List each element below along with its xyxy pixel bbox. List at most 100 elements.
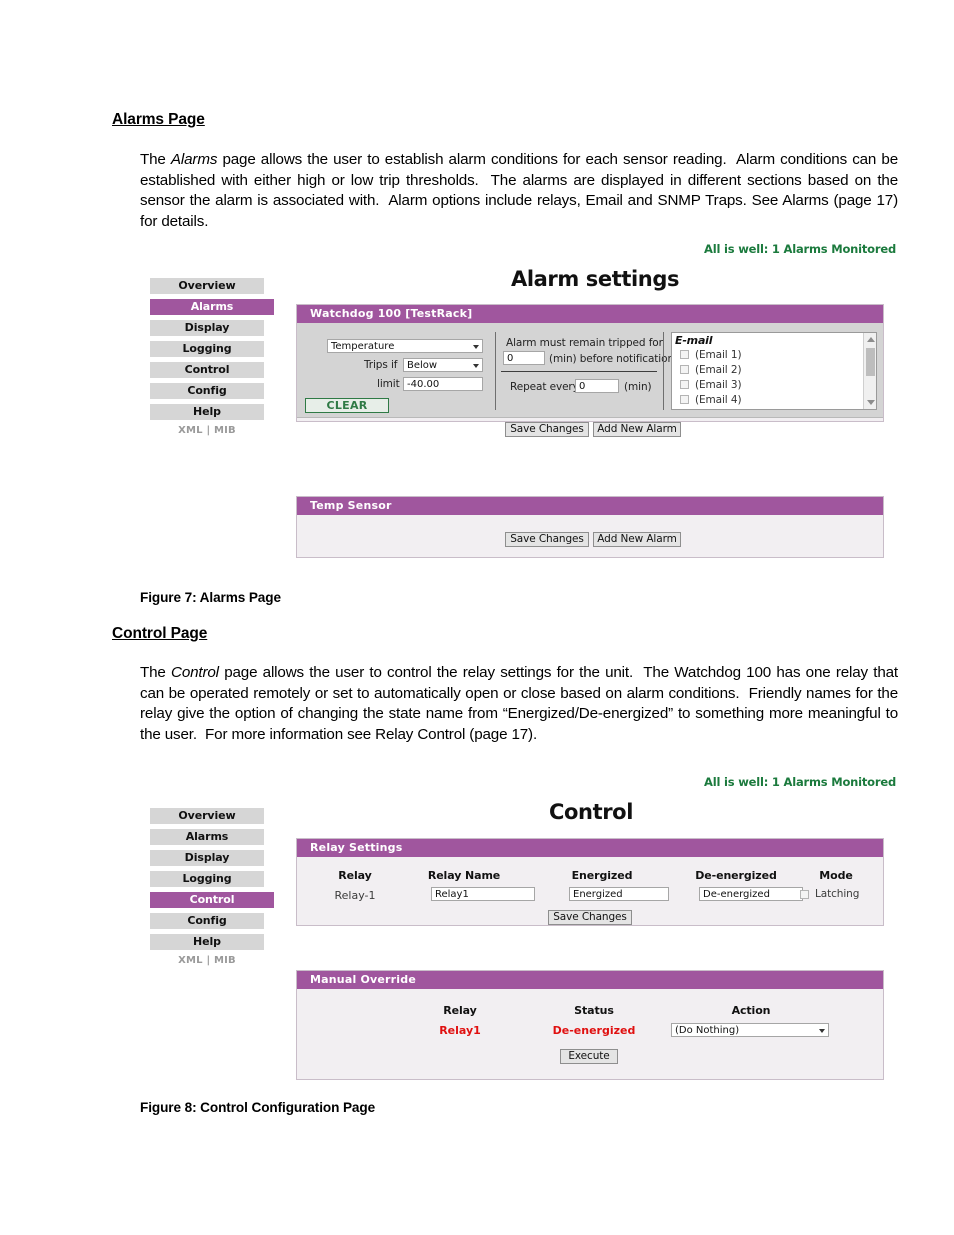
- temp-sensor-panel-header: Temp Sensor: [297, 497, 883, 515]
- list-item[interactable]: (Email 5): [672, 407, 876, 410]
- list-item[interactable]: (Email 3): [672, 377, 876, 392]
- de-energized-label-input[interactable]: De-energized: [699, 887, 803, 901]
- sidebar-item-control[interactable]: Control: [150, 892, 274, 908]
- manual-override-body: Relay Status Action Relay1 De-energized …: [297, 989, 883, 1080]
- figure-8-caption: Figure 8: Control Configuration Page: [140, 1100, 376, 1115]
- column-divider-left: [495, 332, 496, 410]
- tripped-duration-input[interactable]: 0: [503, 351, 545, 365]
- sidebar-xml-mib-links[interactable]: XML | MIB: [150, 425, 264, 436]
- add-new-alarm-button-temp-sensor[interactable]: Add New Alarm: [593, 532, 681, 547]
- alarms-page-title: Alarm settings: [511, 267, 680, 291]
- list-item[interactable]: (Email 2): [672, 362, 876, 377]
- column-header-action: Action: [731, 1004, 771, 1017]
- relay-settings-header: Relay Settings: [297, 839, 883, 857]
- figure-7-caption: Figure 7: Alarms Page: [140, 590, 281, 605]
- control-page-title: Control: [549, 800, 634, 824]
- checkbox-email-1[interactable]: [680, 350, 689, 359]
- energized-label-input[interactable]: Energized: [569, 887, 669, 901]
- status-banner: All is well: 1 Alarms Monitored: [704, 775, 896, 789]
- manual-override-relay-value: Relay1: [439, 1024, 481, 1037]
- trips-if-value: Below: [407, 360, 438, 371]
- scrollbar-thumb[interactable]: [866, 348, 875, 376]
- list-item-label: (Email 2): [695, 363, 742, 376]
- column-header-relay: Relay: [443, 1004, 477, 1017]
- sidebar-item-config[interactable]: Config: [150, 913, 264, 929]
- watchdog-alarm-panel: Watchdog 100 [TestRack] Temperature Trip…: [296, 304, 884, 437]
- column-header-de-energized: De-energized: [695, 869, 777, 882]
- relay-name-input[interactable]: Relay1: [431, 887, 535, 901]
- sidebar-item-control[interactable]: Control: [150, 362, 264, 378]
- sidebar-item-overview[interactable]: Overview: [150, 808, 264, 824]
- column-header-relay: Relay: [338, 869, 372, 882]
- alarms-page-screenshot: All is well: 1 Alarms Monitored Alarm se…: [140, 242, 896, 570]
- notification-targets-listbox[interactable]: E-mail (Email 1) (Email 2) (Email 3) (Em…: [671, 332, 877, 410]
- list-item[interactable]: (Email 4): [672, 392, 876, 407]
- clear-alarm-button[interactable]: CLEAR: [305, 398, 389, 413]
- document-page: Alarms Page The Alarms page allows the u…: [0, 0, 954, 1235]
- listbox-group-title-email: E-mail: [675, 334, 713, 347]
- latching-label: Latching: [815, 888, 860, 900]
- column-header-relay-name: Relay Name: [427, 869, 501, 882]
- section-paragraph-alarms-page: The Alarms page allows the user to estab…: [140, 151, 898, 230]
- save-changes-button-temp-sensor[interactable]: Save Changes: [505, 532, 589, 547]
- list-item-label: (Email 4): [695, 393, 742, 406]
- sidebar-xml-mib-links[interactable]: XML | MIB: [150, 955, 264, 966]
- chevron-down-icon: [473, 345, 479, 349]
- save-changes-button-relay-settings[interactable]: Save Changes: [548, 910, 632, 925]
- section-paragraph-control-page: The Control page allows the user to cont…: [140, 664, 898, 743]
- scroll-up-arrow-icon[interactable]: [867, 337, 875, 342]
- tripped-duration-suffix: (min) before notification: [549, 353, 675, 365]
- manual-override-action-select[interactable]: (Do Nothing): [671, 1023, 829, 1037]
- list-item[interactable]: (Email 1): [672, 347, 876, 362]
- sidebar-item-config[interactable]: Config: [150, 383, 264, 399]
- manual-override-status-value: De-energized: [552, 1024, 636, 1037]
- add-new-alarm-button-watchdog[interactable]: Add New Alarm: [593, 422, 681, 437]
- chevron-down-icon: [819, 1029, 825, 1033]
- sidebar-item-logging[interactable]: Logging: [150, 871, 264, 887]
- listbox-scrollbar[interactable]: [863, 333, 876, 409]
- trips-if-label: Trips if: [364, 359, 398, 371]
- execute-button[interactable]: Execute: [560, 1049, 618, 1064]
- relay-id-value: Relay-1: [334, 889, 376, 902]
- trips-if-select[interactable]: Below: [403, 358, 483, 372]
- list-item-label: (Email 3): [695, 378, 742, 391]
- temp-sensor-panel-body: Save Changes Add New Alarm: [297, 515, 883, 558]
- column-header-status: Status: [574, 1004, 614, 1017]
- checkbox-email-4[interactable]: [680, 395, 689, 404]
- sidebar-item-alarms[interactable]: Alarms: [150, 829, 264, 845]
- scroll-down-arrow-icon[interactable]: [867, 400, 875, 405]
- list-item-label: (Email 1): [695, 348, 742, 361]
- temp-sensor-alarm-panel: Temp Sensor Save Changes Add New Alarm: [296, 496, 884, 558]
- control-page-screenshot: All is well: 1 Alarms Monitored Control …: [140, 775, 896, 1085]
- sidebar-item-display[interactable]: Display: [150, 320, 264, 336]
- sensor-select-value: Temperature: [331, 341, 395, 352]
- repeat-every-label: Repeat every:: [510, 381, 582, 393]
- relay-settings-panel: Relay Settings Relay Relay Name Energize…: [296, 838, 884, 926]
- sidebar-item-help[interactable]: Help: [150, 934, 264, 950]
- status-banner: All is well: 1 Alarms Monitored: [704, 242, 896, 256]
- section-heading-control-page: Control Page: [112, 625, 208, 642]
- sensor-select[interactable]: Temperature: [327, 339, 483, 353]
- repeat-every-suffix: (min): [624, 381, 652, 393]
- alarm-definition-row: Temperature Trips if Below limit -40.00 …: [297, 323, 883, 418]
- list-item-label: (Email 5): [695, 409, 742, 410]
- sidebar-item-logging[interactable]: Logging: [150, 341, 264, 357]
- sidebar-nav-control: Overview Alarms Display Logging Control …: [150, 808, 274, 966]
- manual-override-panel: Manual Override Relay Status Action Rela…: [296, 970, 884, 1080]
- repeat-every-input[interactable]: 0: [575, 379, 619, 393]
- manual-override-action-value: (Do Nothing): [675, 1025, 740, 1036]
- sidebar-item-display[interactable]: Display: [150, 850, 264, 866]
- latching-mode-control[interactable]: Latching: [800, 888, 859, 900]
- relay-settings-body: Relay Relay Name Energized De-energized …: [297, 857, 883, 926]
- chevron-down-icon: [473, 364, 479, 368]
- checkbox-email-2[interactable]: [680, 365, 689, 374]
- save-changes-button-watchdog[interactable]: Save Changes: [505, 422, 589, 437]
- sidebar-item-overview[interactable]: Overview: [150, 278, 264, 294]
- column-divider-right: [663, 332, 664, 410]
- manual-override-header: Manual Override: [297, 971, 883, 989]
- checkbox-email-3[interactable]: [680, 380, 689, 389]
- sidebar-item-help[interactable]: Help: [150, 404, 264, 420]
- checkbox-latching[interactable]: [800, 889, 809, 899]
- limit-input[interactable]: -40.00: [403, 377, 483, 391]
- sidebar-item-alarms[interactable]: Alarms: [150, 299, 274, 315]
